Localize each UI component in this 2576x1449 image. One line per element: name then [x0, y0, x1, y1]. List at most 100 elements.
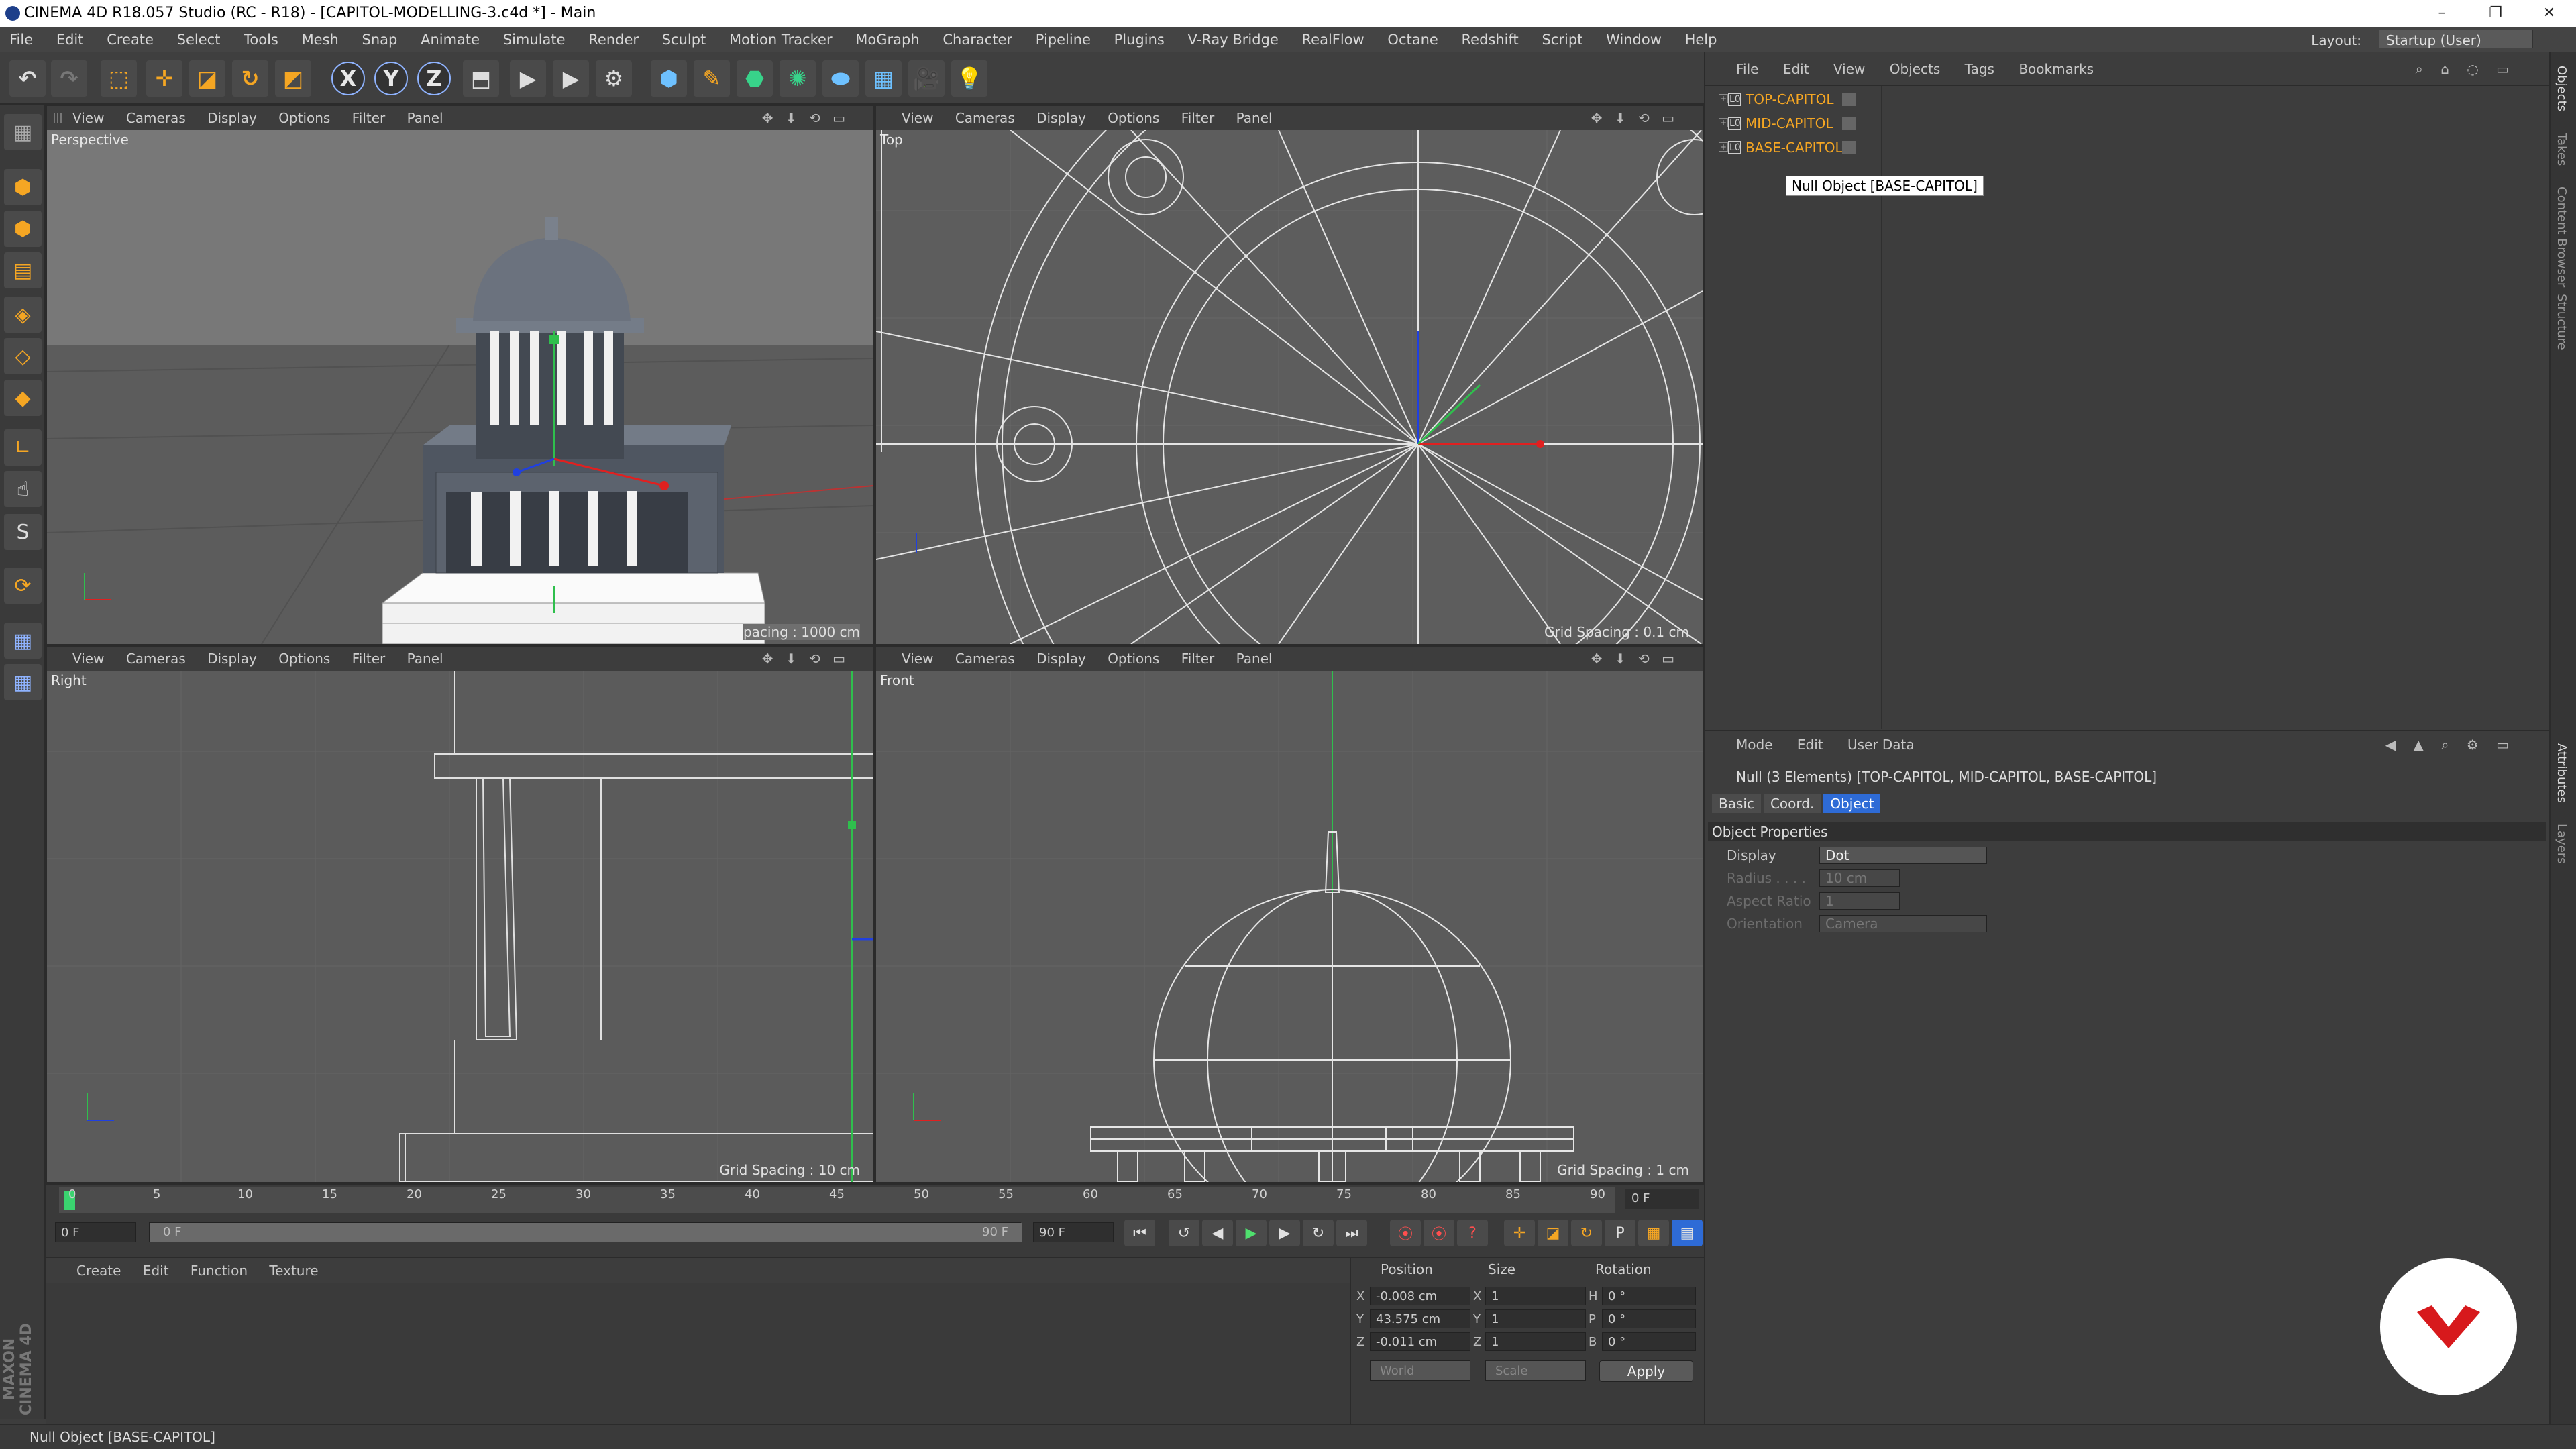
- vp-menu-cameras[interactable]: Cameras: [955, 651, 1015, 667]
- mat-menu-create[interactable]: Create: [76, 1263, 121, 1279]
- vp-menu-options[interactable]: Options: [278, 110, 330, 126]
- parameter-key-icon[interactable]: P: [1605, 1220, 1635, 1246]
- make-editable-icon[interactable]: ▦: [4, 114, 42, 150]
- menu-character[interactable]: Character: [943, 32, 1012, 48]
- size-y-field[interactable]: 1: [1485, 1309, 1586, 1328]
- viewport-nav-icons[interactable]: ✥ ⬇ ⟲ ▭: [1591, 647, 1678, 671]
- radius-field[interactable]: 10 cm: [1819, 869, 1900, 887]
- grid-lock-icon[interactable]: ▦: [4, 664, 42, 700]
- menu-file[interactable]: File: [9, 32, 33, 48]
- coordinate-space-dropdown[interactable]: World: [1370, 1360, 1470, 1381]
- snap-icon[interactable]: ⟳: [4, 568, 42, 604]
- solo-mode-icon[interactable]: S: [4, 514, 42, 550]
- side-tab-attributes[interactable]: Attributes: [2555, 743, 2569, 803]
- current-frame-display[interactable]: 0 F: [1625, 1189, 1699, 1209]
- move-tool-icon[interactable]: ✛: [146, 60, 182, 97]
- menu-octane[interactable]: Octane: [1387, 32, 1438, 48]
- vp-menu-filter[interactable]: Filter: [1181, 110, 1215, 126]
- mat-menu-texture[interactable]: Texture: [269, 1263, 318, 1279]
- visibility-flag-icon[interactable]: [1842, 141, 1856, 154]
- panel-grip-icon[interactable]: [54, 113, 64, 123]
- start-frame-field[interactable]: 0 F: [55, 1222, 136, 1242]
- expand-toggle-icon[interactable]: +: [1719, 142, 1728, 152]
- vp-menu-panel[interactable]: Panel: [1236, 651, 1273, 667]
- attribute-nav-icons[interactable]: ◀ ▲ ⌕ ⚙ ▭: [2385, 731, 2516, 758]
- rotation-h-field[interactable]: 0 °: [1602, 1287, 1696, 1305]
- object-name[interactable]: BASE-CAPITOL: [1746, 136, 1843, 160]
- orientation-dropdown[interactable]: Camera: [1819, 915, 1987, 932]
- floor-icon[interactable]: ▦: [865, 60, 902, 97]
- viewport-nav-icons[interactable]: ✥ ⬇ ⟲ ▭: [762, 106, 849, 130]
- menu-help[interactable]: Help: [1685, 32, 1717, 48]
- object-name[interactable]: MID-CAPITOL: [1746, 111, 1833, 136]
- position-key-icon[interactable]: ✛: [1504, 1220, 1535, 1246]
- side-tab-content-browser[interactable]: Content Browser: [2555, 186, 2569, 287]
- vp-menu-cameras[interactable]: Cameras: [955, 110, 1015, 126]
- render-settings-icon[interactable]: ⚙: [596, 60, 632, 97]
- go-to-start-icon[interactable]: ⏮: [1124, 1220, 1155, 1246]
- texture-mode-icon[interactable]: ⬢: [4, 211, 42, 247]
- cube-primitive-icon[interactable]: ⬢: [651, 60, 687, 97]
- record-active-icon[interactable]: ⦿: [1390, 1220, 1421, 1246]
- scale-key-icon[interactable]: ◪: [1538, 1220, 1568, 1246]
- undo-icon[interactable]: ↶: [9, 60, 46, 97]
- minimize-button[interactable]: –: [2415, 0, 2469, 27]
- menu-mograph[interactable]: MoGraph: [855, 32, 919, 48]
- coordinate-system-icon[interactable]: ⬒: [463, 60, 499, 97]
- obj-menu-edit[interactable]: Edit: [1783, 61, 1809, 77]
- vp-menu-cameras[interactable]: Cameras: [126, 651, 186, 667]
- obj-menu-tags[interactable]: Tags: [1965, 61, 1994, 77]
- vp-menu-display[interactable]: Display: [1036, 110, 1086, 126]
- x-axis-lock-icon[interactable]: X: [331, 62, 365, 95]
- tab-basic[interactable]: Basic: [1712, 794, 1761, 813]
- menu-select[interactable]: Select: [177, 32, 221, 48]
- menu-tools[interactable]: Tools: [244, 32, 278, 48]
- expand-toggle-icon[interactable]: +: [1719, 118, 1728, 127]
- close-button[interactable]: ✕: [2522, 0, 2576, 27]
- workplane-icon[interactable]: ▦: [4, 623, 42, 659]
- rotation-b-field[interactable]: 0 °: [1602, 1332, 1696, 1351]
- side-tab-layers[interactable]: Layers: [2555, 824, 2569, 864]
- axis-mode-icon[interactable]: ∟: [4, 429, 42, 466]
- vp-menu-options[interactable]: Options: [1108, 651, 1159, 667]
- object-row-base-capitol[interactable]: + L0 BASE-CAPITOL: [1705, 136, 2544, 160]
- menu-window[interactable]: Window: [1606, 32, 1662, 48]
- workplane-mode-icon[interactable]: ▤: [4, 252, 42, 288]
- size-mode-dropdown[interactable]: Scale: [1485, 1360, 1586, 1381]
- obj-menu-objects[interactable]: Objects: [1890, 61, 1941, 77]
- vp-menu-filter[interactable]: Filter: [352, 651, 386, 667]
- go-to-end-icon[interactable]: ⏭: [1336, 1220, 1367, 1246]
- menu-vray-bridge[interactable]: V-Ray Bridge: [1188, 32, 1279, 48]
- menu-motion-tracker[interactable]: Motion Tracker: [729, 32, 833, 48]
- vp-menu-options[interactable]: Options: [1108, 110, 1159, 126]
- vp-menu-view[interactable]: View: [902, 110, 933, 126]
- aspect-ratio-field[interactable]: 1: [1819, 892, 1900, 910]
- attr-menu-user-data[interactable]: User Data: [1847, 737, 1915, 753]
- z-axis-lock-icon[interactable]: Z: [417, 62, 451, 95]
- timeline-window-icon[interactable]: ▤: [1672, 1220, 1703, 1246]
- position-z-field[interactable]: -0.011 cm: [1370, 1332, 1470, 1351]
- vp-menu-view[interactable]: View: [902, 651, 933, 667]
- menu-edit[interactable]: Edit: [56, 32, 84, 48]
- position-y-field[interactable]: 43.575 cm: [1370, 1309, 1470, 1328]
- menu-pipeline[interactable]: Pipeline: [1036, 32, 1091, 48]
- menu-snap[interactable]: Snap: [362, 32, 398, 48]
- light-icon[interactable]: 💡: [951, 60, 987, 97]
- attr-menu-edit[interactable]: Edit: [1797, 737, 1823, 753]
- vp-menu-filter[interactable]: Filter: [1181, 651, 1215, 667]
- end-frame-field[interactable]: 90 F: [1033, 1222, 1114, 1242]
- viewport-nav-icons[interactable]: ✥ ⬇ ⟲ ▭: [762, 647, 849, 671]
- model-mode-icon[interactable]: ⬢: [4, 169, 42, 205]
- obj-menu-view[interactable]: View: [1833, 61, 1865, 77]
- object-row-top-capitol[interactable]: + L0 TOP-CAPITOL: [1705, 87, 2544, 111]
- vp-menu-panel[interactable]: Panel: [407, 651, 443, 667]
- side-tab-structure[interactable]: Structure: [2555, 294, 2569, 350]
- render-view-icon[interactable]: ▶: [510, 60, 546, 97]
- play-icon[interactable]: ▶: [1236, 1220, 1267, 1246]
- tab-object[interactable]: Object: [1823, 794, 1881, 813]
- menu-render[interactable]: Render: [588, 32, 639, 48]
- menu-redshift[interactable]: Redshift: [1462, 32, 1519, 48]
- right-viewport[interactable]: View Cameras Display Options Filter Pane…: [46, 645, 875, 1183]
- side-tab-objects[interactable]: Objects: [2555, 66, 2569, 111]
- menu-realflow[interactable]: RealFlow: [1302, 32, 1364, 48]
